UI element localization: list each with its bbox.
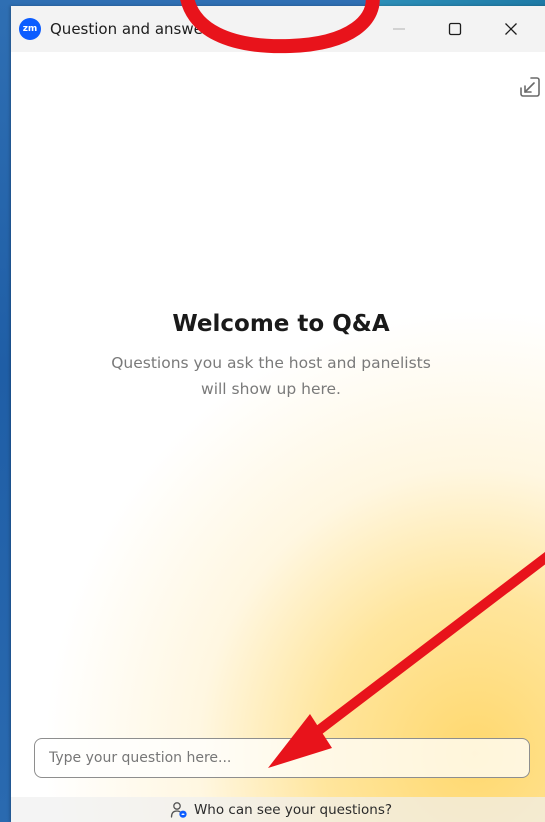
maximize-button[interactable] bbox=[427, 6, 483, 52]
minimize-icon bbox=[393, 28, 405, 30]
who-can-see-link[interactable]: Who can see your questions? bbox=[11, 797, 545, 822]
welcome-subtitle-line-2: will show up here. bbox=[201, 380, 341, 398]
popout-arrow-icon bbox=[520, 77, 540, 97]
title-bar[interactable]: zm Question and answer bbox=[11, 6, 545, 52]
close-button[interactable] bbox=[483, 6, 539, 52]
welcome-subtitle: Questions you ask the host and panelists… bbox=[71, 350, 471, 402]
question-input[interactable] bbox=[34, 738, 530, 778]
window-controls bbox=[371, 6, 539, 52]
minimize-button[interactable] bbox=[371, 6, 427, 52]
welcome-title: Welcome to Q&A bbox=[172, 311, 390, 337]
who-can-see-label: Who can see your questions? bbox=[193, 801, 393, 818]
window-title: Question and answer bbox=[50, 20, 210, 38]
maximize-icon bbox=[448, 22, 462, 36]
qa-window: zm Question and answer Welcome to Q&A Qu… bbox=[11, 6, 545, 822]
person-visibility-icon bbox=[170, 801, 187, 818]
close-icon bbox=[505, 23, 517, 35]
welcome-subtitle-line-1: Questions you ask the host and panelists bbox=[111, 354, 431, 372]
popout-button[interactable] bbox=[519, 76, 541, 98]
qa-content: Welcome to Q&A Questions you ask the hos… bbox=[11, 52, 545, 822]
zoom-logo-icon: zm bbox=[19, 18, 41, 40]
